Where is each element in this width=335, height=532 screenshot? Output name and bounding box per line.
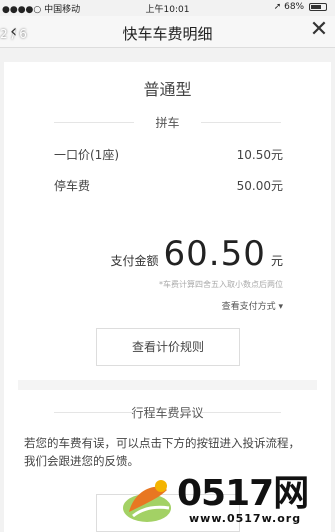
status-bar: ●●●●○ 中国移动 上午10:01 ➚ 68% (0, 0, 335, 16)
fee-row: 停车费 50.00元 (54, 177, 283, 193)
fee-value: 10.50元 (236, 148, 283, 162)
watermark-brand: 0517网 (177, 473, 309, 514)
dispute-title: 行程车费异议 (54, 404, 281, 420)
total-label: 支付金额 (110, 254, 159, 268)
pricing-rules-button[interactable]: 查看计价规则 (96, 328, 240, 366)
nav-bar: 2 / 6 ‹ 快车车费明细 ✕ (0, 16, 335, 48)
pay-method-link[interactable]: 查看支付方式 ▾ (222, 299, 283, 312)
battery-indicator: ➚ 68% (274, 2, 327, 12)
leaf-logo-icon (123, 480, 171, 522)
caret-down-icon: ▾ (278, 302, 283, 312)
battery-icon (309, 2, 327, 11)
total-unit: 元 (270, 254, 283, 268)
close-icon: ✕ (309, 17, 329, 42)
section-divider (18, 380, 317, 390)
close-button[interactable]: ✕ (307, 19, 331, 43)
site-watermark: 0517网 www.0517w.org (115, 462, 335, 532)
fee-label: 一口价(1座) (54, 148, 119, 162)
fee-value: 50.00元 (236, 179, 283, 193)
watermark-url: www.0517w.org (189, 512, 302, 525)
location-arrow-icon: ➚ (273, 2, 282, 12)
pay-method-label: 查看支付方式 (221, 302, 276, 312)
car-type-label: 普通型 (143, 80, 192, 99)
page-title: 快车车费明细 (122, 25, 213, 43)
fee-label: 停车费 (54, 179, 91, 193)
battery-percent: 68% (284, 2, 305, 12)
rounding-note: *车费计算四舍五入取小数点后两位 (159, 280, 283, 289)
section-title-carpool: 拼车 (54, 114, 281, 130)
fee-row: 一口价(1座) 10.50元 (54, 146, 283, 162)
total-value: 60.50 (163, 234, 266, 274)
total-amount: 支付金额 60.50 元 (110, 234, 283, 274)
